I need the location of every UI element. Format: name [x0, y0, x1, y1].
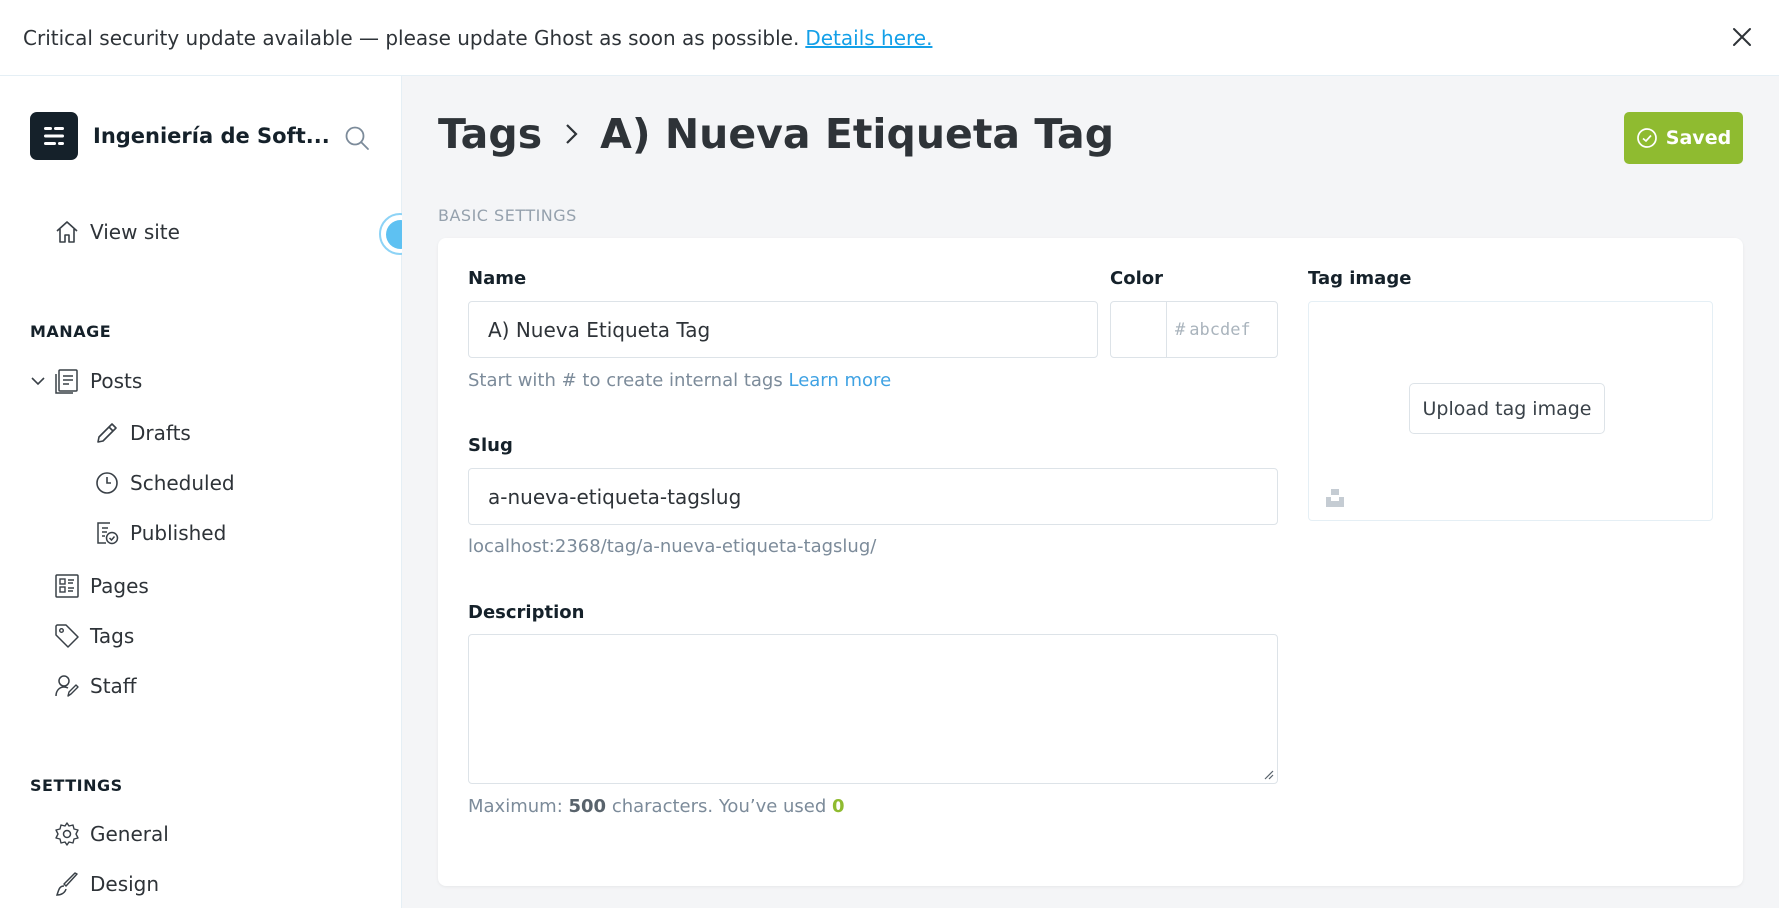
name-input[interactable]: A) Nueva Etiqueta Tag — [468, 301, 1098, 358]
brush-icon — [55, 872, 78, 896]
sidebar-item-label: Scheduled — [130, 471, 235, 495]
learn-more-link[interactable]: Learn more — [788, 370, 891, 391]
sidebar-item-published[interactable]: Published — [94, 520, 226, 546]
description-char-count: Maximum: 500 characters. You’ve used 0 — [468, 796, 845, 817]
name-input-value: A) Nueva Etiqueta Tag — [488, 317, 711, 342]
breadcrumb: Tags A) Nueva Etiqueta Tag — [438, 110, 1114, 158]
color-hash: # — [1175, 319, 1186, 340]
description-textarea[interactable] — [468, 634, 1278, 784]
sidebar-item-label: Posts — [90, 369, 143, 393]
saved-label: Saved — [1665, 127, 1732, 149]
sidebar-item-pages[interactable]: Pages — [54, 573, 149, 599]
saved-button[interactable]: Saved — [1624, 112, 1743, 164]
name-label: Name — [468, 268, 527, 289]
chevron-right-icon — [566, 124, 578, 144]
breadcrumb-tags-link[interactable]: Tags — [438, 110, 542, 158]
sidebar-item-label: Staff — [90, 674, 137, 698]
slug-input[interactable]: a-nueva-etiqueta-tagslug — [468, 468, 1278, 525]
description-label: Description — [468, 602, 585, 623]
staff-icon — [55, 675, 79, 697]
brand[interactable]: Ingeniería de Soft... — [30, 112, 333, 160]
banner-details-link[interactable]: Details here. — [805, 26, 932, 50]
color-label: Color — [1110, 268, 1163, 289]
used-value: 0 — [832, 796, 845, 817]
site-logo-icon — [30, 112, 78, 160]
slug-label: Slug — [468, 435, 513, 456]
published-icon — [97, 522, 119, 545]
sidebar-item-scheduled[interactable]: Scheduled — [94, 470, 235, 496]
basic-settings-title: BASIC SETTINGS — [438, 206, 577, 225]
tag-icon — [55, 624, 79, 648]
name-hint: Start with # to create internal tags Lea… — [468, 370, 891, 391]
sidebar-item-posts[interactable]: Posts — [30, 368, 142, 394]
home-icon — [56, 221, 78, 243]
page-title: A) Nueva Etiqueta Tag — [600, 110, 1115, 158]
security-banner: Critical security update available — ple… — [0, 0, 1779, 76]
close-icon[interactable] — [1727, 22, 1757, 52]
sidebar-item-view-site[interactable]: View site — [54, 219, 180, 245]
clock-icon — [96, 472, 118, 494]
sidebar-item-general[interactable]: General — [54, 821, 169, 847]
max-mid: characters. You’ve used — [611, 796, 827, 817]
max-prefix: Maximum: — [468, 796, 563, 817]
sidebar-item-staff[interactable]: Staff — [54, 673, 137, 699]
unsplash-icon[interactable] — [1324, 487, 1346, 509]
tag-image-label: Tag image — [1308, 268, 1412, 289]
resize-handle-icon[interactable] — [1262, 768, 1274, 780]
sidebar-item-label: Tags — [90, 624, 135, 648]
search-icon[interactable] — [343, 124, 371, 152]
pencil-icon — [97, 423, 117, 443]
max-value: 500 — [568, 796, 607, 817]
sidebar-item-design[interactable]: Design — [54, 871, 159, 897]
name-hint-text: Start with # to create internal tags — [468, 370, 783, 391]
posts-icon — [55, 369, 78, 394]
sidebar-item-label: General — [90, 822, 169, 846]
settings-section-label: SETTINGS — [30, 776, 123, 795]
sidebar-item-label: Published — [130, 521, 227, 545]
color-placeholder: abcdef — [1189, 319, 1251, 340]
main-content: Tags A) Nueva Etiqueta Tag Saved BASIC S… — [402, 76, 1779, 908]
color-swatch[interactable] — [1111, 302, 1167, 357]
tag-image-dropzone[interactable]: Upload tag image — [1308, 301, 1713, 521]
site-name: Ingeniería de Soft... — [93, 124, 330, 148]
basic-settings-card: Name A) Nueva Etiqueta Tag Start with # … — [438, 238, 1743, 886]
sidebar-item-label: Drafts — [130, 421, 191, 445]
sidebar: Ingeniería de Soft... View site MANAGE P… — [0, 76, 402, 908]
slug-input-value: a-nueva-etiqueta-tagslug — [488, 484, 742, 509]
upload-tag-image-button[interactable]: Upload tag image — [1409, 383, 1605, 434]
sidebar-item-label: Design — [90, 872, 160, 896]
slug-url-preview: localhost:2368/tag/a-nueva-etiqueta-tags… — [468, 536, 877, 557]
color-hex-input[interactable]: # abcdef — [1167, 302, 1251, 357]
check-circle-icon — [1636, 128, 1657, 148]
chevron-down-icon[interactable] — [30, 368, 46, 394]
sidebar-item-label: Pages — [90, 574, 149, 598]
banner-text: Critical security update available — ple… — [23, 25, 800, 50]
pages-icon — [55, 574, 79, 598]
gear-icon — [55, 822, 79, 846]
sidebar-item-tags[interactable]: Tags — [54, 623, 134, 649]
color-input-group: # abcdef — [1110, 301, 1278, 358]
sidebar-item-drafts[interactable]: Drafts — [94, 420, 191, 446]
sidebar-item-label: View site — [90, 220, 180, 244]
manage-section-label: MANAGE — [30, 322, 112, 341]
